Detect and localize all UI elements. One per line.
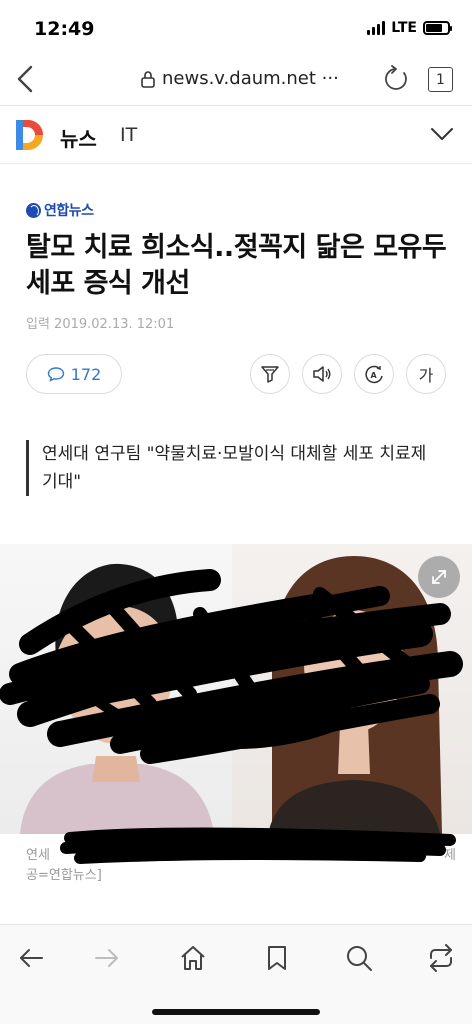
address-bar[interactable]: news.v.daum.net ··· xyxy=(140,68,339,89)
font-size-label: 가 xyxy=(418,366,434,385)
press-globe-icon xyxy=(26,202,41,218)
back-arrow-icon xyxy=(20,949,43,967)
press-logo[interactable]: 연합뉴스 xyxy=(26,200,94,220)
browser-bottom-toolbar xyxy=(0,924,472,1024)
read-aloud-button[interactable] xyxy=(302,354,342,394)
caption-line-1: 연세 제 xyxy=(26,846,456,866)
lock-icon xyxy=(141,70,155,88)
font-size-button[interactable]: 가 xyxy=(406,354,446,394)
svg-text:A: A xyxy=(371,371,378,380)
battery-icon xyxy=(423,21,452,35)
article-photo[interactable] xyxy=(0,544,472,834)
speaker-icon xyxy=(313,366,331,382)
caption-line-2: 공=연합뉴스] xyxy=(26,868,102,883)
caption-line-1-start: 연세 xyxy=(26,848,50,863)
reload-button[interactable] xyxy=(383,65,411,93)
speech-bubble-icon xyxy=(47,367,64,382)
status-time: 12:49 xyxy=(34,18,95,40)
share-button[interactable] xyxy=(424,941,458,975)
tabs-button[interactable]: 1 xyxy=(428,67,453,92)
expand-icon xyxy=(432,570,446,584)
photo-caption: 연세 제 공=연합뉴스] xyxy=(26,846,456,886)
translate-button[interactable]: A xyxy=(354,354,394,394)
forward-arrow-icon xyxy=(95,949,118,967)
browser-toolbar: news.v.daum.net ··· 1 xyxy=(0,56,472,106)
redaction-scribble xyxy=(0,569,463,764)
section-name[interactable]: 뉴스 xyxy=(60,123,97,152)
search-icon xyxy=(347,946,372,971)
forward-button[interactable] xyxy=(90,941,124,975)
signal-icon xyxy=(367,21,386,35)
url-text: news.v.daum.net ··· xyxy=(162,68,339,89)
category-name[interactable]: IT xyxy=(120,124,137,146)
site-header: 뉴스 IT xyxy=(0,106,472,164)
bookmark-button[interactable] xyxy=(260,941,294,975)
article-title: 탈모 치료 희소식..젖꼭지 닮은 모유두 세포 증식 개선 xyxy=(26,232,447,299)
back-button[interactable] xyxy=(14,941,48,975)
bookmark-icon xyxy=(268,946,286,970)
expand-image-button[interactable] xyxy=(418,556,460,598)
network-type: LTE xyxy=(391,20,417,36)
caption-line-1-end: 제 xyxy=(444,848,456,863)
status-bar: 12:49 LTE xyxy=(0,0,472,56)
filter-icon xyxy=(261,366,279,383)
share-icon xyxy=(430,944,452,972)
article-subtitle: 연세대 연구팀 "약물치료·모발이식 대체할 세포 치료제 기대" xyxy=(26,440,446,496)
back-arrow-icon xyxy=(17,65,33,93)
press-name: 연합뉴스 xyxy=(44,203,94,219)
search-button[interactable] xyxy=(342,941,376,975)
daum-logo[interactable] xyxy=(14,119,46,151)
comment-count: 172 xyxy=(70,364,102,384)
article-date: 입력 2019.02.13. 12:01 xyxy=(26,317,175,332)
browser-back-button[interactable] xyxy=(14,64,38,94)
chevron-down-icon[interactable] xyxy=(430,126,454,142)
home-indicator xyxy=(152,1009,320,1015)
home-icon xyxy=(181,946,205,970)
status-indicators: LTE xyxy=(367,20,452,36)
comment-button[interactable]: 172 xyxy=(26,354,122,394)
home-button[interactable] xyxy=(176,941,210,975)
filter-button[interactable] xyxy=(250,354,290,394)
reload-icon xyxy=(385,65,407,90)
translate-icon: A xyxy=(365,365,383,384)
